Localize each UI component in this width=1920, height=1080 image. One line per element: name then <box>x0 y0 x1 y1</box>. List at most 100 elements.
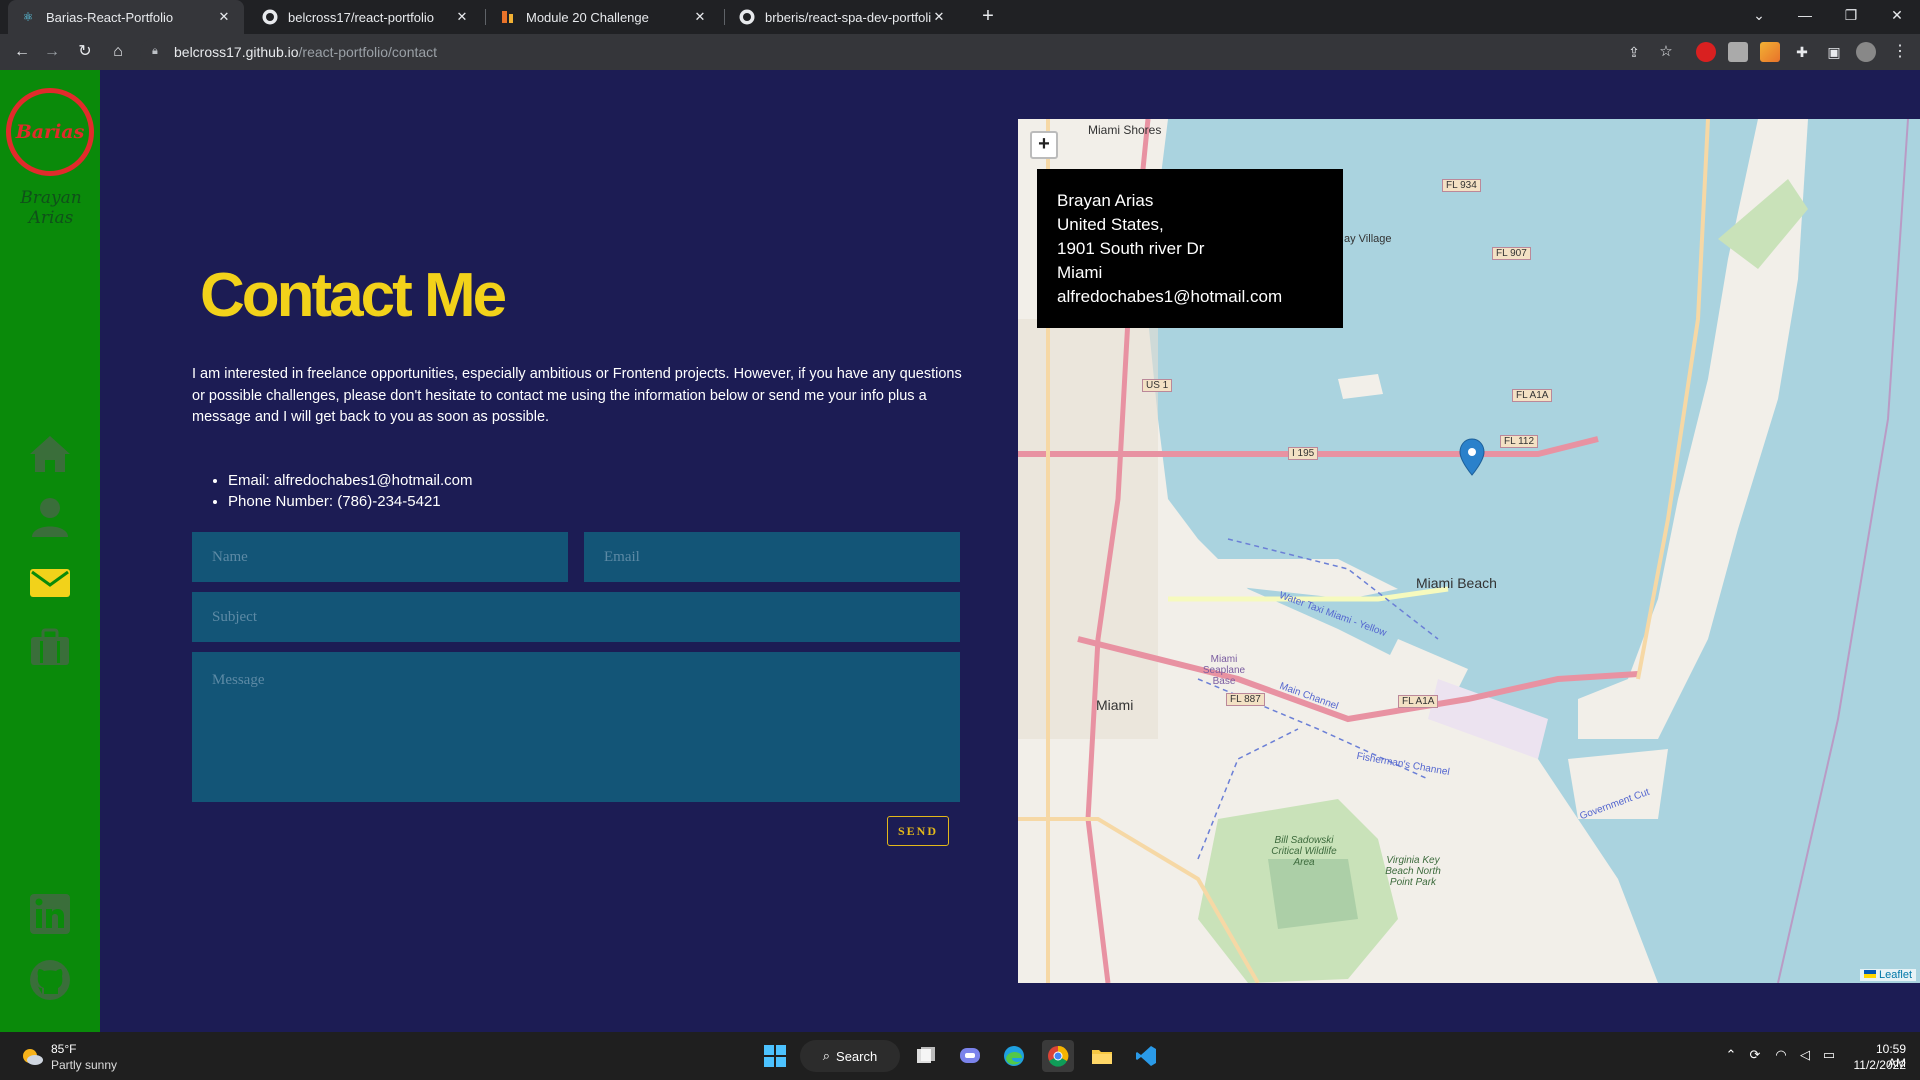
sidebar: Barias Brayan Arias <box>0 70 100 1032</box>
popup-street: 1901 South river Dr <box>1057 239 1205 258</box>
road-tag: US 1 <box>1142 379 1173 392</box>
menu-dots-icon[interactable]: ⋮ <box>1888 40 1912 64</box>
github-icon <box>739 9 755 25</box>
home-icon[interactable]: ⌂ <box>106 40 130 64</box>
map-label-wildlife-area: Bill Sadowski Critical Wildlife Area <box>1271 835 1337 868</box>
windows-start-icon[interactable] <box>759 1040 791 1072</box>
road-tag: FL 907 <box>1492 247 1531 260</box>
map-label-miami-shores: Miami Shores <box>1088 123 1162 137</box>
browser-toolbar: ← → ↻ ⌂ 🔒︎ belcross17.github.io/react-po… <box>0 34 1920 70</box>
tab-separator <box>485 9 486 25</box>
lock-icon: 🔒︎ <box>152 45 158 57</box>
edge-browser-icon[interactable] <box>998 1040 1030 1072</box>
reload-icon[interactable]: ↻ <box>73 40 97 64</box>
user-icon[interactable] <box>28 495 72 539</box>
map[interactable]: + Miami Shores ay Village Miami Beach Mi… <box>1018 119 1920 983</box>
map-label-virginia-key: Virginia Key Beach North Point Park <box>1385 855 1441 888</box>
weather-description[interactable]: Partly sunny <box>51 1058 117 1072</box>
road-tag: FL 112 <box>1500 435 1539 448</box>
vscode-icon[interactable] <box>1130 1040 1162 1072</box>
close-tab-icon[interactable]: ✕ <box>216 9 232 25</box>
map-popup: Brayan Arias United States, 1901 South r… <box>1037 169 1343 328</box>
tab-belcross-repo[interactable]: belcross17/react-portfolio ✕ <box>250 0 482 34</box>
back-arrow-icon[interactable]: ← <box>10 40 34 64</box>
zoom-in-button[interactable]: + <box>1030 131 1058 159</box>
share-icon[interactable]: ⇪ <box>1622 40 1646 64</box>
github-icon <box>262 9 278 25</box>
new-tab-button[interactable]: + <box>976 5 1000 29</box>
react-icon: ⚛ <box>22 10 34 24</box>
close-window-button[interactable]: ✕ <box>1874 0 1920 30</box>
teams-chat-icon[interactable] <box>954 1040 986 1072</box>
logo[interactable]: Barias <box>6 88 94 176</box>
file-explorer-icon[interactable] <box>1086 1040 1118 1072</box>
page-title: Contact Me <box>200 261 507 330</box>
tab-module-20[interactable]: Module 20 Challenge ✕ <box>488 0 720 34</box>
road-tag: FL A1A <box>1398 695 1439 708</box>
map-label-bay-village: ay Village <box>1344 233 1392 245</box>
road-tag: FL A1A <box>1512 389 1553 402</box>
road-tag: I 195 <box>1288 447 1319 460</box>
linkedin-icon[interactable] <box>28 892 72 936</box>
message-field[interactable]: Message <box>192 652 960 802</box>
popup-country: United States, <box>1057 215 1164 234</box>
extension-shield-icon[interactable] <box>1696 42 1716 62</box>
clock-date[interactable]: 11/2/2022 <box>1846 1058 1907 1072</box>
chrome-browser-icon[interactable] <box>1042 1040 1074 1072</box>
attribution-link[interactable]: Leaflet <box>1879 969 1912 981</box>
puzzle-icon[interactable]: ✚ <box>1790 40 1814 64</box>
briefcase-icon[interactable] <box>28 625 72 669</box>
bookmark-star-icon[interactable]: ☆ <box>1654 40 1678 64</box>
tray-chevron-up-icon[interactable]: ⌃ <box>1722 1046 1740 1064</box>
popup-city: Miami <box>1057 263 1103 282</box>
github-icon[interactable] <box>28 958 72 1002</box>
contact-email: Email: alfredochabes1@hotmail.com <box>228 470 473 491</box>
forward-arrow-icon[interactable]: → <box>40 40 64 64</box>
battery-icon[interactable]: ▭ <box>1820 1046 1838 1064</box>
mail-icon[interactable] <box>28 560 72 604</box>
wifi-icon[interactable]: ◠ <box>1772 1046 1790 1064</box>
popup-email: alfredochabes1@hotmail.com <box>1057 287 1283 306</box>
close-tab-icon[interactable]: ✕ <box>454 9 470 25</box>
map-label-seaplane: Miami Seaplane Base <box>1202 654 1246 687</box>
sync-icon[interactable]: ⟳ <box>1746 1046 1764 1064</box>
task-view-icon[interactable] <box>910 1040 942 1072</box>
map-label-miami: Miami <box>1096 697 1134 713</box>
address-bar[interactable]: 🔒︎ belcross17.github.io/react-portfolio/… <box>140 38 1700 66</box>
weather-temperature[interactable]: 85°F <box>51 1042 76 1056</box>
contact-info-list: Email: alfredochabes1@hotmail.com Phone … <box>228 470 473 512</box>
tab-title: brberis/react-spa-dev-portfolio- <box>765 9 931 25</box>
home-icon[interactable] <box>28 432 72 476</box>
minimize-button[interactable]: — <box>1782 0 1828 30</box>
url-path: /react-portfolio/contact <box>298 44 438 60</box>
subject-field[interactable]: Subject <box>192 592 960 642</box>
search-icon: ⌕ <box>822 1048 831 1063</box>
popup-name: Brayan Arias <box>1057 191 1154 210</box>
bootcamp-icon <box>500 9 516 25</box>
road-tag: FL 934 <box>1442 179 1481 192</box>
contact-intro: I am interested in freelance opportuniti… <box>192 366 962 425</box>
logo-signature: Brayan Arias <box>20 188 82 228</box>
tab-brberis-repo[interactable]: brberis/react-spa-dev-portfolio- ✕ <box>727 0 959 34</box>
weather-sun-icon[interactable] <box>20 1044 44 1068</box>
taskbar-search[interactable]: ⌕ Search <box>800 1040 900 1072</box>
tab-search-chevron-icon[interactable]: ⌄ <box>1736 0 1782 30</box>
name-field[interactable]: Name <box>192 532 568 582</box>
close-tab-icon[interactable]: ✕ <box>931 9 947 25</box>
avatar[interactable] <box>1856 42 1876 62</box>
volume-icon[interactable]: ◁ <box>1796 1046 1814 1064</box>
extension-pen-icon[interactable] <box>1760 42 1780 62</box>
close-tab-icon[interactable]: ✕ <box>692 9 708 25</box>
logo-text: Barias <box>15 121 85 143</box>
tab-barias-portfolio[interactable]: ⚛ Barias-React-Portfolio ✕ <box>8 0 244 34</box>
email-field[interactable]: Email <box>584 532 960 582</box>
restore-button[interactable]: ❐ <box>1828 0 1874 30</box>
contact-phone: Phone Number: (786)-234-5421 <box>228 491 473 512</box>
map-pin-icon <box>1459 438 1485 476</box>
road-tag: FL 887 <box>1226 693 1265 706</box>
side-panel-icon[interactable]: ▣ <box>1822 40 1846 64</box>
map-attribution[interactable]: Leaflet <box>1859 969 1916 981</box>
taskbar: 85°F Partly sunny ⌕ Search ⌃ ⟳ ◠ ◁ ▭ 10:… <box>0 1032 1920 1080</box>
extension-icon[interactable] <box>1728 42 1748 62</box>
send-button[interactable]: SEND <box>887 816 949 846</box>
